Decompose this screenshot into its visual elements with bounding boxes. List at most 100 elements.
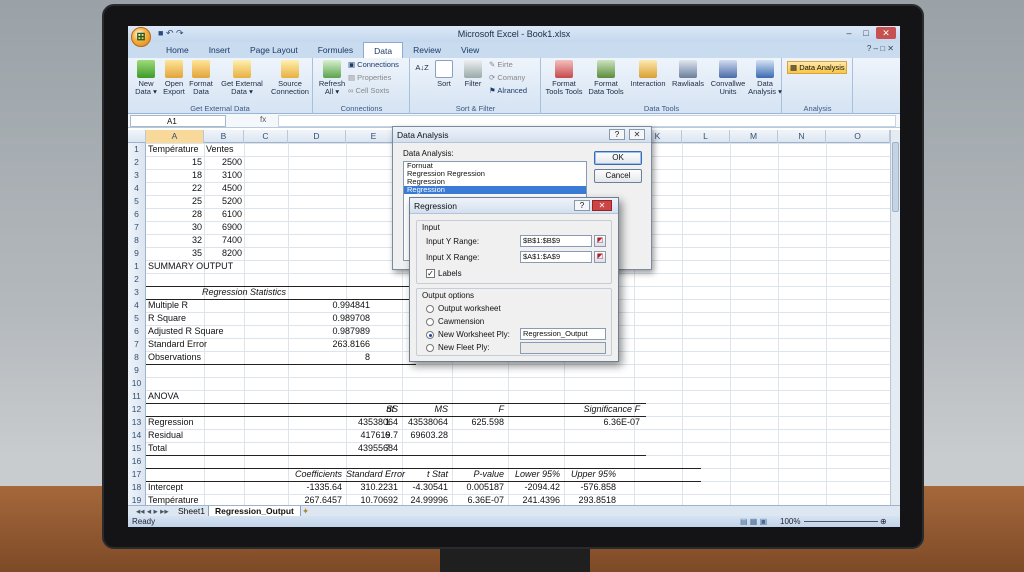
column-header-n[interactable]: N — [778, 130, 826, 143]
row-header[interactable]: 16 — [128, 455, 146, 468]
vertical-scrollbar[interactable] — [890, 130, 900, 505]
row-header[interactable]: 9 — [128, 364, 146, 377]
column-header-a[interactable]: A — [146, 130, 204, 143]
regression-help-button[interactable]: ? — [574, 200, 590, 211]
cawmension-radio[interactable] — [426, 318, 434, 326]
row-header[interactable]: 4 — [128, 299, 146, 312]
table-cell[interactable]: 3100 — [206, 169, 242, 182]
coef-cell[interactable]: -576.858 — [564, 481, 616, 494]
anova-row-label[interactable]: Regression — [148, 416, 202, 429]
table-cell[interactable]: 28 — [148, 208, 202, 221]
column-header-b[interactable]: B — [204, 130, 244, 143]
zoom-level[interactable]: 100% — [780, 516, 800, 527]
cell-soxts-button[interactable]: ∞ Cell Soxts — [348, 86, 389, 95]
row-header[interactable]: 11 — [128, 390, 146, 403]
table-cell[interactable]: Température — [148, 143, 202, 156]
ribbon-minimize-icon[interactable]: – — [874, 44, 878, 53]
view-buttons[interactable]: ▤ ▦ ▣ — [740, 516, 767, 527]
table-cell[interactable]: 7400 — [206, 234, 242, 247]
coef-cell[interactable]: -1335.64 — [244, 481, 342, 494]
anova-cell[interactable]: 43955684 — [346, 442, 398, 455]
table-cell[interactable]: 6900 — [206, 221, 242, 234]
anova-row-label[interactable]: Residual — [148, 429, 202, 442]
dialog-close-button[interactable]: ✕ — [629, 129, 645, 140]
name-box[interactable]: A1 — [130, 115, 226, 127]
row-header[interactable]: 3 — [128, 169, 146, 182]
column-header-d[interactable]: D — [288, 130, 346, 143]
ok-button[interactable]: OK — [594, 151, 642, 165]
row-header[interactable]: 3 — [128, 286, 146, 299]
ribbon-restore-icon[interactable]: □ — [880, 44, 885, 53]
column-header-l[interactable]: L — [682, 130, 730, 143]
coef-row-label[interactable]: Intercept — [148, 481, 202, 494]
list-item-selected[interactable]: Regression — [404, 186, 586, 194]
close-button[interactable]: ✕ — [876, 27, 896, 39]
regression-close-button[interactable]: ✕ — [592, 200, 612, 211]
minimize-button[interactable]: – — [842, 27, 856, 39]
open-export-button[interactable]: Open Export — [162, 60, 186, 96]
dialog-help-button[interactable]: ? — [609, 129, 625, 140]
stat-label[interactable]: Observations — [148, 351, 244, 364]
row-header[interactable]: 8 — [128, 351, 146, 364]
anova-title[interactable]: ANOVA — [148, 390, 202, 403]
anova-cell[interactable] — [452, 442, 504, 455]
anova-cell[interactable]: 43538064 — [402, 416, 448, 429]
row-header[interactable]: 15 — [128, 442, 146, 455]
new-worksheet-radio[interactable] — [426, 331, 434, 339]
row-header[interactable]: 17 — [128, 468, 146, 481]
row-header[interactable]: 5 — [128, 312, 146, 325]
coef-cell[interactable]: 0.005187 — [452, 481, 504, 494]
tab-formules[interactable]: Formules — [308, 42, 363, 58]
anova-row-label[interactable]: Total — [148, 442, 202, 455]
format-tools-button[interactable]: Format Tools Tools — [544, 60, 584, 96]
interaction-button[interactable]: Interaction — [628, 60, 668, 88]
get-external-data-button[interactable]: Get External Data ▾ — [220, 60, 264, 96]
anova-cell[interactable]: 417619.7 — [346, 429, 398, 442]
new-data-button[interactable]: New Data ▾ — [134, 60, 158, 96]
tab-insert[interactable]: Insert — [199, 42, 240, 58]
input-x-range-field[interactable]: $A$1:$A$9 — [520, 251, 592, 263]
format-data-button[interactable]: Format Data — [188, 60, 214, 96]
tab-view[interactable]: View — [451, 42, 489, 58]
anova-cell[interactable] — [508, 442, 640, 455]
scroll-thumb[interactable] — [892, 142, 899, 212]
range-select-icon[interactable]: ◩ — [594, 235, 606, 247]
rawliaals-button[interactable]: Rawliaals — [668, 60, 708, 88]
table-cell[interactable]: Ventes — [206, 143, 242, 156]
table-cell[interactable]: 4500 — [206, 182, 242, 195]
row-header[interactable]: 9 — [128, 247, 146, 260]
fx-label[interactable]: fx — [260, 115, 266, 124]
row-header[interactable]: 1 — [128, 143, 146, 156]
table-cell[interactable]: 18 — [148, 169, 202, 182]
table-cell[interactable]: 15 — [148, 156, 202, 169]
column-header-o[interactable]: O — [826, 130, 890, 143]
row-header[interactable]: 6 — [128, 208, 146, 221]
zoom-slider[interactable] — [804, 521, 878, 522]
eirte-button[interactable]: ✎ Eirte — [489, 60, 513, 69]
stat-value[interactable]: 263.8166 — [246, 338, 370, 351]
stat-value[interactable]: 8 — [246, 351, 370, 364]
row-header[interactable]: 12 — [128, 403, 146, 416]
table-cell[interactable]: 35 — [148, 247, 202, 260]
anova-cell[interactable]: 6.36E-07 — [508, 416, 640, 429]
data-analysis-small-button[interactable]: ▦ Data Analysis — [787, 61, 847, 74]
tab-review[interactable]: Review — [403, 42, 451, 58]
maximize-button[interactable]: □ — [859, 27, 873, 39]
undo-icon[interactable]: ↶ — [166, 28, 174, 38]
anova-cell[interactable]: 69603.28 — [402, 429, 448, 442]
stat-label[interactable]: Multiple R — [148, 299, 244, 312]
row-header[interactable]: 5 — [128, 195, 146, 208]
stat-label[interactable]: Standard Error — [148, 338, 244, 351]
row-header[interactable]: 6 — [128, 325, 146, 338]
anova-cell[interactable] — [452, 429, 504, 442]
help-icon[interactable]: ? — [867, 44, 871, 53]
alranced-button[interactable]: ⚑ Alranced — [489, 86, 527, 95]
zoom-in-icon[interactable]: ⊕ — [880, 516, 887, 527]
anova-cell[interactable]: 43538064 — [346, 416, 398, 429]
row-header[interactable]: 2 — [128, 156, 146, 169]
sort-az-button[interactable]: A↓Z — [415, 64, 429, 72]
row-header[interactable]: 2 — [128, 273, 146, 286]
filter-button[interactable]: Filter — [461, 60, 485, 88]
regression-stats-header[interactable]: Regression Statistics — [148, 286, 340, 299]
input-y-range-field[interactable]: $B$1:$B$9 — [520, 235, 592, 247]
